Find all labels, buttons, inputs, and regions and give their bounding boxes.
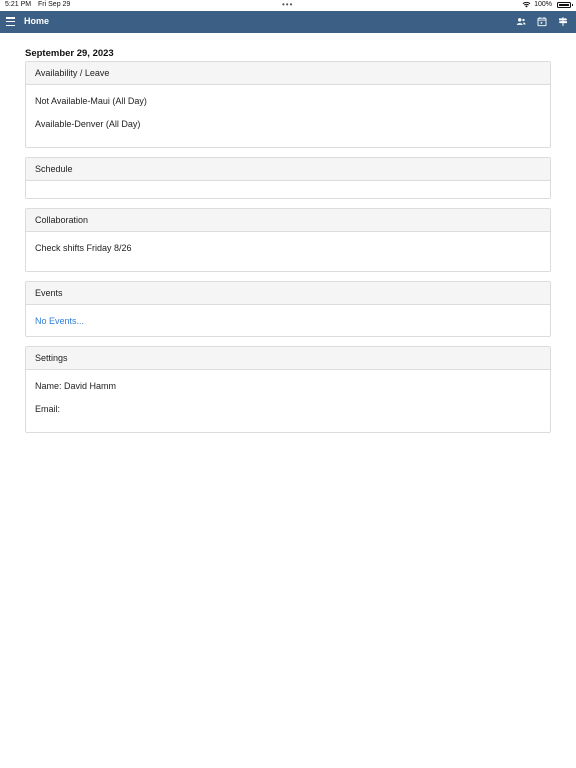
no-events-link[interactable]: No Events...	[35, 315, 541, 327]
settings-panel: Settings Name: David Hamm Email:	[25, 346, 551, 433]
contacts-icon[interactable]	[516, 16, 526, 27]
settings-panel-body: Name: David Hamm Email:	[26, 370, 550, 415]
signpost-icon[interactable]	[558, 16, 568, 27]
availability-item: Available-Denver (All Day)	[35, 118, 141, 129]
wifi-icon	[522, 1, 531, 8]
availability-panel: Availability / Leave Not Available-Maui …	[25, 61, 551, 148]
status-bar: 5:21 PM Fri Sep 29 ••• 100%	[0, 0, 576, 11]
events-panel-heading[interactable]: Events	[26, 282, 550, 305]
settings-name: Name: David Hamm	[35, 381, 117, 391]
schedule-panel-heading[interactable]: Schedule	[26, 158, 550, 181]
status-time: 5:21 PM	[5, 1, 32, 8]
events-panel: Events No Events...	[25, 281, 551, 337]
collaboration-item: Check shifts Friday 8/26	[35, 243, 132, 253]
schedule-panel-body	[26, 181, 550, 191]
page-title: Home	[24, 16, 50, 26]
battery-percent: 100%	[534, 1, 552, 8]
availability-panel-body: Not Available-Maui (All Day) Available-D…	[26, 85, 550, 130]
navbar: Home	[0, 11, 576, 33]
settings-email: Email:	[35, 403, 61, 414]
battery-icon	[557, 1, 573, 8]
collaboration-panel: Collaboration Check shifts Friday 8/26	[25, 208, 551, 272]
settings-panel-heading[interactable]: Settings	[26, 347, 550, 370]
availability-panel-heading[interactable]: Availability / Leave	[26, 62, 550, 85]
main-content: September 29, 2023 Availability / Leave …	[25, 48, 551, 433]
status-date: Fri Sep 29	[38, 1, 71, 8]
menu-icon[interactable]	[6, 17, 15, 27]
multitasking-dots[interactable]: •••	[282, 0, 293, 9]
date-heading: September 29, 2023	[25, 48, 114, 59]
collaboration-panel-heading[interactable]: Collaboration	[26, 209, 550, 232]
calendar-icon[interactable]	[537, 16, 547, 27]
nav-actions	[516, 16, 568, 27]
status-right: 100%	[522, 1, 573, 8]
schedule-panel: Schedule	[25, 157, 551, 199]
events-panel-body: No Events...	[26, 305, 550, 327]
status-left: 5:21 PM Fri Sep 29	[5, 1, 75, 8]
collaboration-panel-body: Check shifts Friday 8/26	[26, 232, 550, 254]
availability-item: Not Available-Maui (All Day)	[35, 96, 147, 106]
battery-fill	[559, 3, 569, 6]
